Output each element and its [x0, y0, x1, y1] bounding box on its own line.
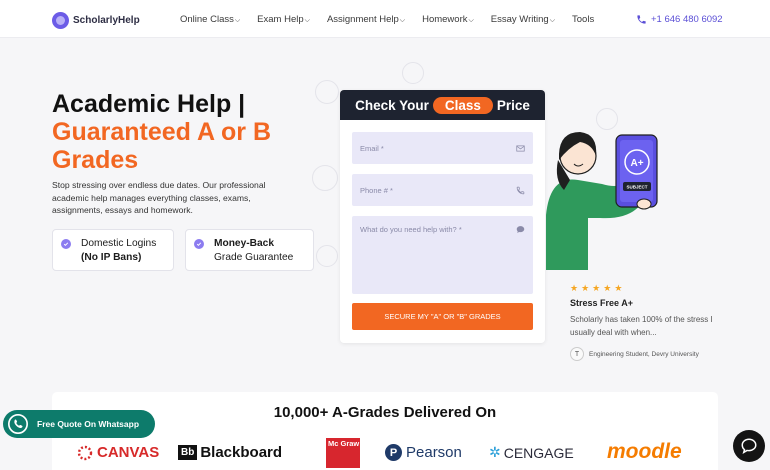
badge-line1: Domestic Logins — [81, 238, 157, 249]
message-field[interactable]: What do you need help with? * — [352, 216, 533, 294]
testimonial-text: Scholarly has taken 100% of the stress I… — [570, 315, 713, 337]
message-placeholder: What do you need help with? * — [360, 225, 462, 234]
nav-online-class[interactable]: Online Class⌵ — [180, 14, 240, 25]
badge-line2: (No IP Bans) — [81, 252, 142, 263]
chat-bubble-icon — [516, 226, 525, 233]
logo-cengage: ✲ CENGAGE — [489, 444, 574, 461]
logo-pearson: P Pearson — [385, 444, 462, 461]
testimonial-author: T Engineering Student, Devry University — [570, 347, 699, 361]
badge-line1: Money-Back — [214, 238, 275, 249]
star-icon: ★ — [581, 283, 590, 293]
subject-label: SUBJECT — [626, 185, 647, 190]
grade-text: A+ — [630, 158, 643, 169]
hero-title-line3: Grades — [52, 146, 139, 174]
chevron-down-icon: ⌵ — [549, 17, 556, 24]
feature-badge-domestic-logins: Domestic Logins (No IP Bans) — [52, 229, 174, 271]
mail-icon — [516, 145, 525, 151]
hero-title-line2: Guaranteed A or B — [52, 118, 272, 146]
secure-grades-button[interactable]: SECURE MY "A" OR "B" GRADES — [352, 303, 533, 330]
star-icon: ★ — [592, 283, 601, 293]
form-title: Check Your Class Price — [340, 90, 545, 120]
hero-title-line1: Academic Help | — [52, 90, 246, 118]
pearson-icon: P — [385, 444, 402, 461]
email-field[interactable]: Email * — [352, 132, 533, 164]
chevron-down-icon: ⌵ — [234, 17, 241, 24]
logo-moodle: moodle — [607, 440, 682, 463]
star-icon: ★ — [570, 283, 579, 293]
nav-exam-help[interactable]: Exam Help⌵ — [257, 14, 310, 25]
price-form-card: Check Your Class Price Email * Phone # * W… — [340, 90, 545, 343]
chevron-down-icon: ⌵ — [468, 17, 474, 24]
phone-link[interactable]: +1 646 480 6092 — [636, 14, 723, 25]
star-icon: ★ — [614, 283, 623, 293]
nav-essay-writing[interactable]: Essay Writing⌵ — [491, 14, 555, 25]
chevron-down-icon: ⌵ — [304, 17, 310, 24]
nav-tools[interactable]: Tools — [572, 14, 594, 25]
whatsapp-icon — [8, 414, 28, 434]
phone-icon — [516, 186, 525, 194]
logo-mcgraw-hill: Mc Graw Hill — [326, 438, 373, 468]
hero-description: Stop stressing over endless due dates. O… — [52, 180, 266, 215]
chat-icon — [741, 438, 757, 454]
main-nav: Online Class⌵ Exam Help⌵ Assignment Help… — [180, 14, 611, 25]
whatsapp-quote-button[interactable]: Free Quote On Whatsapp — [3, 410, 155, 438]
hero-title: Academic Help | Guaranteed A or B Grades — [52, 90, 342, 174]
nav-assignment-help[interactable]: Assignment Help⌵ — [327, 14, 405, 25]
whatsapp-label: Free Quote On Whatsapp — [37, 419, 140, 429]
logo-icon — [52, 11, 69, 29]
nav-homework[interactable]: Homework⌵ — [422, 14, 474, 25]
form-title-pill: Class — [432, 96, 493, 114]
student-illustration: A+ SUBJECT — [546, 132, 658, 270]
logo[interactable]: ScholarlyHelp — [52, 11, 140, 29]
logo-canvas: CANVAS — [77, 444, 159, 461]
phone-icon — [637, 15, 646, 24]
logo-blackboard: Bb Blackboard — [178, 444, 282, 461]
logo-text: ScholarlyHelp — [73, 14, 140, 26]
feature-badge-money-back: Money-Back Grade Guarantee — [185, 229, 314, 271]
live-chat-button[interactable] — [733, 430, 765, 462]
phone-number: +1 646 480 6092 — [651, 14, 723, 25]
email-placeholder: Email * — [360, 143, 384, 153]
rating-stars: ★ ★ ★ ★ ★ — [570, 283, 625, 294]
blackboard-icon: Bb — [178, 445, 198, 460]
author-text: Engineering Student, Devry University — [589, 350, 699, 358]
phone-field[interactable]: Phone # * — [352, 174, 533, 206]
check-icon — [61, 239, 71, 249]
avatar: T — [570, 347, 584, 361]
badge-line2: Grade Guarantee — [214, 252, 294, 263]
testimonial-title: Stress Free A+ — [570, 298, 633, 308]
background-doodle — [316, 245, 338, 267]
phone-placeholder: Phone # * — [360, 185, 393, 195]
chevron-down-icon: ⌵ — [399, 17, 406, 24]
site-header: ScholarlyHelp Online Class⌵ Exam Help⌵ A… — [0, 0, 770, 38]
background-doodle — [402, 62, 424, 84]
check-icon — [194, 239, 204, 249]
cengage-icon: ✲ — [489, 444, 501, 460]
star-icon: ★ — [603, 283, 612, 293]
canvas-icon — [77, 445, 93, 460]
